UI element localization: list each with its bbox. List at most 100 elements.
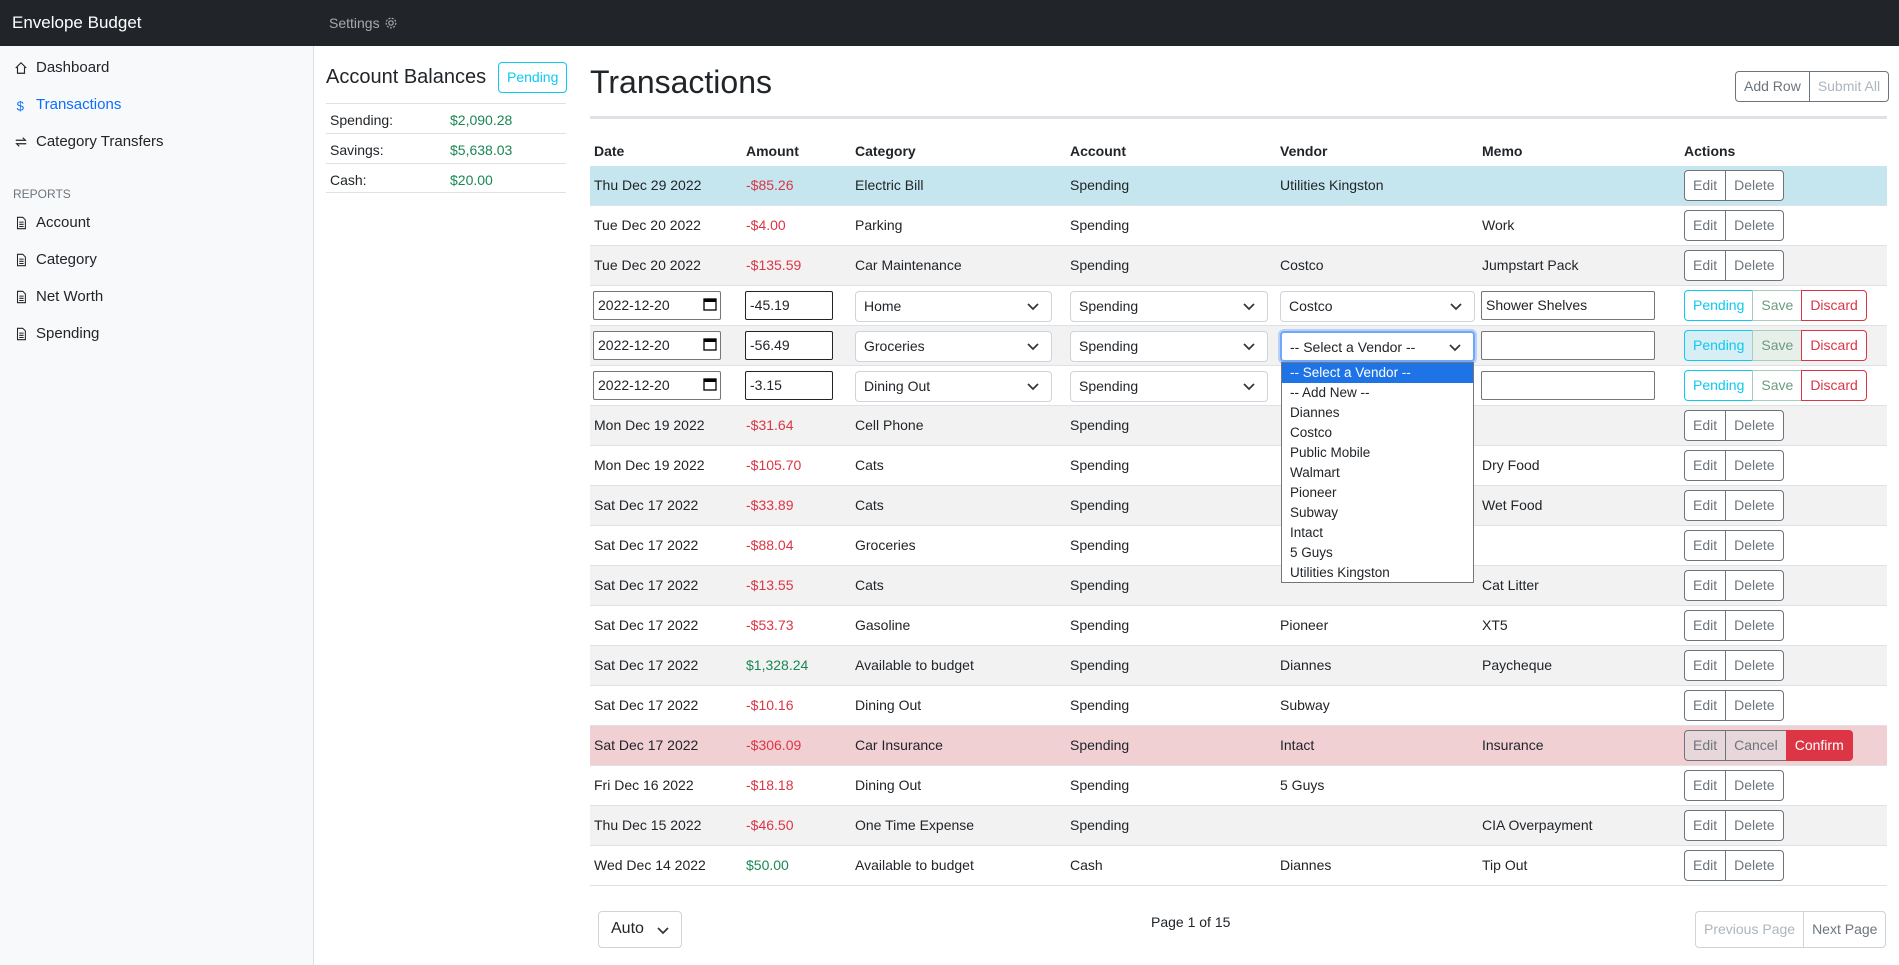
next-page-button[interactable]: Next Page	[1804, 911, 1887, 948]
vendor-option[interactable]: Walmart	[1282, 463, 1473, 483]
chevron-down-icon	[657, 927, 669, 935]
row-account: Spending	[1070, 577, 1130, 593]
calendar-icon[interactable]	[703, 337, 717, 351]
edit-button[interactable]: Edit	[1684, 410, 1727, 441]
edit-button[interactable]: Edit	[1684, 730, 1727, 761]
edit-button[interactable]: Edit	[1684, 530, 1727, 561]
discard-button[interactable]: Discard	[1801, 330, 1867, 361]
sidebar-item-spending-report[interactable]: Spending	[14, 325, 99, 342]
account-select[interactable]: Spending	[1070, 331, 1268, 362]
vendor-select[interactable]: Costco	[1280, 291, 1475, 322]
delete-button[interactable]: Delete	[1725, 450, 1784, 481]
edit-button[interactable]: Edit	[1684, 450, 1727, 481]
amount-input[interactable]: -45.19	[745, 291, 833, 320]
sidebar-item-label: Spending	[36, 325, 100, 342]
date-input[interactable]: 2022-12-20	[593, 331, 721, 360]
page-size-select[interactable]: Auto	[598, 911, 682, 948]
delete-button[interactable]: Delete	[1725, 690, 1784, 721]
row-date: Mon Dec 19 2022	[594, 457, 705, 473]
vendor-option[interactable]: 5 Guys	[1282, 543, 1473, 563]
date-value: 2022-12-20	[598, 377, 670, 393]
memo-input[interactable]: Shower Shelves	[1481, 291, 1655, 320]
pending-button[interactable]: Pending	[1684, 330, 1754, 361]
vendor-option[interactable]: Intact	[1282, 523, 1473, 543]
row-account: Spending	[1070, 737, 1130, 753]
settings-link[interactable]: Settings	[329, 15, 398, 31]
edit-button[interactable]: Edit	[1684, 690, 1727, 721]
vendor-option[interactable]: Costco	[1282, 423, 1473, 443]
category-select[interactable]: Groceries	[855, 331, 1052, 362]
sidebar: Dashboard $ Transactions Category Transf…	[0, 46, 314, 965]
discard-button[interactable]: Discard	[1801, 370, 1867, 401]
pending-button[interactable]: Pending	[1684, 290, 1754, 321]
sidebar-item-category-transfers[interactable]: Category Transfers	[14, 133, 164, 150]
previous-page-button[interactable]: Previous Page	[1695, 911, 1805, 948]
sidebar-item-net-worth-report[interactable]: Net Worth	[14, 288, 103, 305]
delete-button[interactable]: Delete	[1725, 490, 1784, 521]
edit-button[interactable]: Edit	[1684, 210, 1727, 241]
delete-button[interactable]: Delete	[1725, 210, 1784, 241]
delete-button[interactable]: Delete	[1725, 650, 1784, 681]
delete-button[interactable]: Delete	[1725, 250, 1784, 281]
vendor-option[interactable]: Utilities Kingston	[1282, 563, 1473, 583]
vendor-option[interactable]: Pioneer	[1282, 483, 1473, 503]
edit-button[interactable]: Edit	[1684, 810, 1727, 841]
chevron-down-icon	[1027, 343, 1039, 351]
vendor-option[interactable]: Public Mobile	[1282, 443, 1473, 463]
delete-button[interactable]: Delete	[1725, 770, 1784, 801]
edit-button[interactable]: Edit	[1684, 770, 1727, 801]
delete-button[interactable]: Delete	[1725, 530, 1784, 561]
category-select[interactable]: Home	[855, 291, 1052, 322]
pending-button[interactable]: Pending	[1684, 370, 1754, 401]
delete-button[interactable]: Delete	[1725, 410, 1784, 441]
edit-button[interactable]: Edit	[1684, 490, 1727, 521]
account-select[interactable]: Spending	[1070, 371, 1268, 402]
submit-all-button[interactable]: Submit All	[1809, 71, 1890, 102]
date-input[interactable]: 2022-12-20	[593, 371, 721, 400]
memo-input[interactable]	[1481, 331, 1655, 360]
memo-input[interactable]	[1481, 371, 1655, 400]
vendor-option[interactable]: Diannes	[1282, 403, 1473, 423]
delete-button[interactable]: Delete	[1725, 170, 1784, 201]
sidebar-item-account-report[interactable]: Account	[14, 214, 90, 231]
row-category: Groceries	[855, 537, 916, 553]
vendor-select[interactable]: -- Select a Vendor --	[1280, 331, 1475, 362]
sidebar-item-transactions[interactable]: $ Transactions	[14, 96, 122, 113]
sidebar-item-dashboard[interactable]: Dashboard	[14, 59, 109, 76]
save-button[interactable]: Save	[1752, 330, 1803, 361]
category-select[interactable]: Dining Out	[855, 371, 1052, 402]
edit-button[interactable]: Edit	[1684, 170, 1727, 201]
amount-input[interactable]: -56.49	[745, 331, 833, 360]
table-row: Sat Dec 17 2022 -$33.89 Cats Spending We…	[590, 486, 1887, 526]
vendor-option[interactable]: Subway	[1282, 503, 1473, 523]
date-input[interactable]: 2022-12-20	[593, 291, 721, 320]
account-balances-title: Account Balances	[326, 66, 487, 88]
calendar-icon[interactable]	[703, 377, 717, 391]
edit-button[interactable]: Edit	[1684, 850, 1727, 881]
discard-button[interactable]: Discard	[1801, 290, 1867, 321]
sidebar-item-category-report[interactable]: Category	[14, 251, 97, 268]
pending-balances-button[interactable]: Pending	[498, 62, 568, 93]
save-button[interactable]: Save	[1752, 370, 1803, 401]
vendor-option[interactable]: -- Add New --	[1282, 383, 1473, 403]
confirm-delete-button[interactable]: Confirm	[1785, 730, 1853, 761]
app-brand[interactable]: Envelope Budget	[12, 13, 142, 33]
row-vendor: Pioneer	[1280, 617, 1329, 633]
calendar-icon[interactable]	[703, 297, 717, 311]
row-category: Dining Out	[855, 777, 922, 793]
edit-button[interactable]: Edit	[1684, 610, 1727, 641]
delete-button[interactable]: Delete	[1725, 610, 1784, 641]
edit-button[interactable]: Edit	[1684, 570, 1727, 601]
add-row-button[interactable]: Add Row	[1735, 71, 1810, 102]
delete-button[interactable]: Delete	[1725, 810, 1784, 841]
row-account: Spending	[1070, 177, 1130, 193]
cancel-button[interactable]: Cancel	[1725, 730, 1787, 761]
account-select[interactable]: Spending	[1070, 291, 1268, 322]
delete-button[interactable]: Delete	[1725, 850, 1784, 881]
delete-button[interactable]: Delete	[1725, 570, 1784, 601]
vendor-option[interactable]: -- Select a Vendor --	[1282, 363, 1473, 383]
save-button[interactable]: Save	[1752, 290, 1803, 321]
edit-button[interactable]: Edit	[1684, 650, 1727, 681]
amount-input[interactable]: -3.15	[745, 371, 833, 400]
edit-button[interactable]: Edit	[1684, 250, 1727, 281]
